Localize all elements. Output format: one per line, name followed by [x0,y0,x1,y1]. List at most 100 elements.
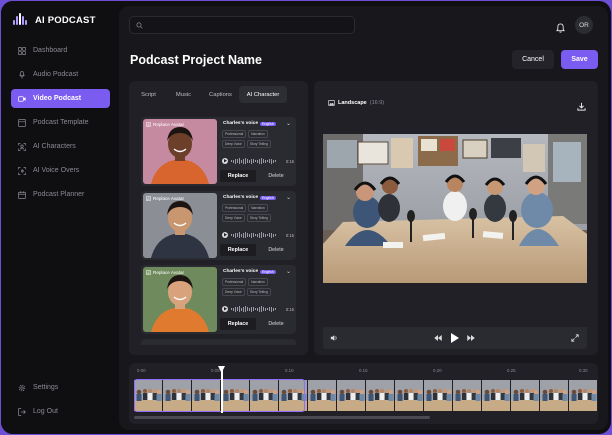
sidebar-item-podcast-planner[interactable]: Podcast Planner [11,185,110,204]
notifications-button[interactable] [556,20,565,38]
tab-music[interactable]: Music [165,86,202,103]
sidebar-item-label: AI Characters [33,143,76,150]
user-avatar[interactable]: OR [575,16,593,34]
sidebar-item-ai-characters[interactable]: AI Characters [11,137,110,156]
voice-selector[interactable]: Charles's voice English [223,121,276,126]
character-card-partial [141,339,296,345]
replace-avatar-label: Replace Avatar [153,270,185,275]
timeline-frame[interactable] [511,380,539,411]
sample-duration: 0:15 [285,232,294,238]
chevron-down-icon[interactable]: ⌄ [286,194,291,201]
preview-panel: Landscape (16:9) [314,81,598,355]
voice-tags: Professional Narration Deep Voice Story Tel… [222,204,290,222]
voice-selector[interactable]: Charles's voice English [223,269,276,274]
voice-tag: Story Telling [246,288,271,296]
sidebar-bottom-nav: Settings Log Out [11,378,110,426]
editor-panel: Script Music Captions AI Character Replace … [129,81,308,355]
logout-icon [18,407,26,416]
timeline-scrollbar[interactable] [134,416,430,419]
search-icon [136,21,143,29]
delete-button[interactable]: Delete [258,244,294,256]
voice-tag: Professional [222,278,247,286]
delete-button[interactable]: Delete [258,318,294,330]
tab-captions[interactable]: Captions [202,86,239,103]
app-name: AI PODCAST [35,14,96,26]
sidebar-item-ai-voice-overs[interactable]: AI Voice Overs [11,161,110,180]
replace-avatar-button[interactable]: Replace Avatar [146,122,184,127]
page-title: Podcast Project Name [130,53,262,67]
character-card: Replace Avatar Charles's voice English ⌄ Pro… [141,191,296,260]
voice-tag: Narration [248,278,268,286]
sample-duration: 0:15 [285,306,294,312]
replace-button[interactable]: Replace [220,244,256,256]
app-frame: AI PODCAST Dashboard Audio Podcast Video P… [1,1,611,434]
replace-avatar-label: Replace Avatar [153,196,185,201]
playhead[interactable] [221,369,223,413]
video-preview[interactable] [323,134,587,283]
timeline-frame[interactable] [424,380,452,411]
chevron-down-icon[interactable]: ⌄ [286,268,291,275]
language-badge: English [260,121,276,126]
replace-avatar-button[interactable]: Replace Avatar [146,270,184,275]
fast-forward-icon[interactable] [467,335,475,341]
search-box[interactable] [129,16,355,34]
timeline-frame[interactable] [308,380,336,411]
voice-name: Charles's voice [223,121,259,126]
timeline-frame[interactable] [482,380,510,411]
voice-name: Charles's voice [223,195,259,200]
calendar-icon [18,190,26,199]
search-input[interactable] [147,21,347,29]
download-button[interactable] [577,98,586,116]
voice-tags: Professional Narration Deep Voice Story Tel… [222,278,290,296]
sidebar-item-podcast-template[interactable]: Podcast Template [11,113,110,132]
sample-duration: 0:15 [285,158,294,164]
timeline-frame[interactable] [395,380,423,411]
play-sample-button[interactable] [222,306,228,312]
save-button[interactable]: Save [561,50,598,69]
format-ratio: (16:9) [369,100,385,106]
microphone-icon [18,70,26,79]
timeline-frame[interactable] [540,380,568,411]
sidebar-item-label: Podcast Planner [33,191,85,198]
play-icon[interactable] [451,333,459,343]
sidebar-item-label: Settings [33,384,59,391]
sidebar-item-settings[interactable]: Settings [11,378,110,397]
replace-avatar-button[interactable]: Replace Avatar [146,196,184,201]
timeline[interactable]: 0.00 0.05 0.10 0.15 0.20 0.25 0.30 [129,363,598,424]
timeline-frame[interactable] [366,380,394,411]
volume-icon[interactable] [330,334,338,342]
timeline-selection[interactable] [134,379,305,412]
tab-ai-character[interactable]: AI Character [239,86,287,103]
timeline-tick-label: 0.20 [433,368,442,373]
voice-tag: Professional [222,130,247,138]
voice-sample-player: 0:15 [222,305,294,313]
voice-tags: Professional Narration Deep Voice Story Tel… [222,130,290,148]
voice-icon [18,166,26,175]
timeline-frame[interactable] [337,380,365,411]
tab-script[interactable]: Script [132,86,165,103]
card-actions: Replace Delete [220,170,294,182]
timeline-frame[interactable] [453,380,481,411]
video-icon [18,95,26,103]
cancel-button[interactable]: Cancel [512,50,554,69]
replace-button[interactable]: Replace [220,318,256,330]
image-icon [328,100,335,106]
play-sample-button[interactable] [222,232,228,238]
fullscreen-icon[interactable] [571,334,579,342]
sidebar-item-label: Dashboard [33,47,68,54]
timeline-frame[interactable] [569,380,597,411]
format-selector[interactable]: Landscape (16:9) [328,100,384,106]
chevron-down-icon[interactable]: ⌄ [286,120,291,127]
editor-tabs: Script Music Captions AI Character [132,86,287,103]
sidebar-item-audio-podcast[interactable]: Audio Podcast [11,65,110,84]
waveform [231,306,276,312]
voice-selector[interactable]: Charles's voice English [223,195,276,200]
sidebar-item-video-podcast[interactable]: Video Podcast [11,89,110,108]
rewind-icon[interactable] [434,335,442,341]
sidebar-item-dashboard[interactable]: Dashboard [11,41,110,60]
play-sample-button[interactable] [222,158,228,164]
sidebar-item-log-out[interactable]: Log Out [11,402,110,421]
language-badge: English [260,195,276,200]
delete-button[interactable]: Delete [258,170,294,182]
replace-button[interactable]: Replace [220,170,256,182]
